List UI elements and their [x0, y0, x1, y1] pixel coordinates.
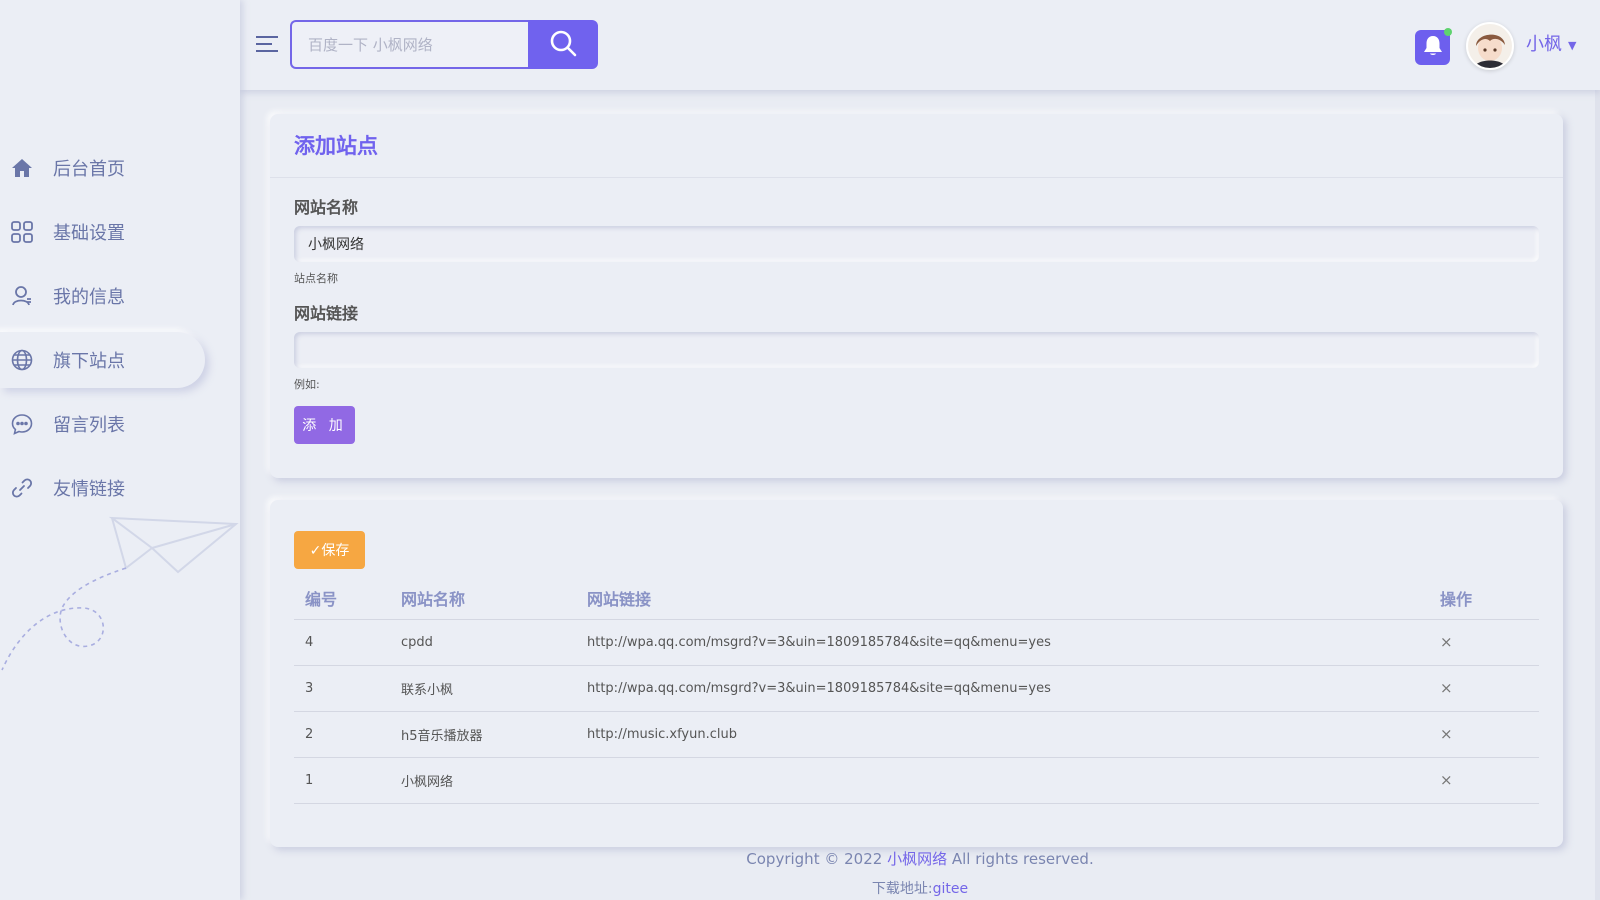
- grid-icon: [10, 220, 34, 244]
- cell-name: cpdd: [390, 619, 576, 666]
- cell-url: [576, 757, 1429, 804]
- add-site-form: 网站名称 站点名称 网站链接 例如: 添 加: [270, 178, 1563, 444]
- column-header-action: 操作: [1429, 577, 1539, 620]
- paper-plane-decoration: [1, 516, 239, 671]
- table-row: 2 h5音乐播放器 http://music.xfyun.club ×: [294, 711, 1539, 758]
- sites-list-card: ✓保存 编号 网站名称 网站链接 操作 4 cpdd http://wpa.qq…: [270, 500, 1563, 847]
- search-bar: [290, 20, 598, 69]
- sidebar-item-label: 留言列表: [53, 415, 125, 436]
- cell-id: 4: [294, 619, 390, 666]
- site-name-label: 网站名称: [294, 198, 359, 217]
- notification-dot: [1444, 28, 1452, 36]
- sidebar-item-label: 后台首页: [53, 159, 125, 180]
- search-input[interactable]: [290, 20, 528, 69]
- bell-icon: [1423, 35, 1443, 61]
- site-name-input[interactable]: [294, 226, 1539, 262]
- globe-icon: [10, 348, 34, 372]
- cell-name: 小枫网络: [390, 757, 576, 804]
- footer-copyright: Copyright © 2022 小枫网络 All rights reserve…: [240, 848, 1600, 869]
- gitee-link[interactable]: gitee: [933, 881, 969, 897]
- notification-button[interactable]: [1415, 28, 1452, 65]
- chat-icon: [10, 412, 34, 436]
- user-menu[interactable]: 小枫 ▼: [1526, 30, 1576, 56]
- cell-name: 联系小枫: [390, 665, 576, 712]
- table-header-row: 编号 网站名称 网站链接 操作: [294, 577, 1539, 620]
- sidebar-item-label: 基础设置: [53, 223, 125, 244]
- cell-id: 2: [294, 711, 390, 758]
- site-url-input[interactable]: [294, 332, 1539, 368]
- top-bar: 小枫 ▼: [240, 0, 1600, 90]
- table-row: 4 cpdd http://wpa.qq.com/msgrd?v=3&uin=1…: [294, 619, 1539, 666]
- brand-link[interactable]: 小枫网络: [887, 850, 947, 868]
- cell-url: http://wpa.qq.com/msgrd?v=3&uin=18091857…: [576, 665, 1429, 712]
- sidebar-item-friend-links[interactable]: 友情链接: [0, 460, 205, 516]
- cell-url: http://music.xfyun.club: [576, 711, 1429, 758]
- table-row: 3 联系小枫 http://wpa.qq.com/msgrd?v=3&uin=1…: [294, 665, 1539, 712]
- delete-icon[interactable]: ×: [1440, 771, 1453, 789]
- sites-table: 编号 网站名称 网站链接 操作 4 cpdd http://wpa.qq.com…: [294, 577, 1539, 804]
- caret-down-icon: ▼: [1568, 38, 1577, 52]
- table-row: 1 小枫网络 ×: [294, 757, 1539, 804]
- sidebar-item-home[interactable]: 后台首页: [0, 140, 205, 196]
- cell-id: 1: [294, 757, 390, 804]
- delete-icon[interactable]: ×: [1440, 725, 1453, 743]
- cell-url: http://wpa.qq.com/msgrd?v=3&uin=18091857…: [576, 619, 1429, 666]
- column-header-name: 网站名称: [390, 577, 576, 620]
- sidebar-item-messages[interactable]: 留言列表: [0, 396, 205, 452]
- sidebar-item-sites[interactable]: 旗下站点: [0, 332, 205, 388]
- site-name-help: 站点名称: [294, 272, 338, 285]
- sidebar-item-basic-settings[interactable]: 基础设置: [0, 204, 205, 260]
- page-scrollbar[interactable]: [1595, 0, 1600, 900]
- card-title: 添加站点: [270, 114, 1563, 178]
- avatar[interactable]: [1466, 22, 1514, 70]
- add-button[interactable]: 添 加: [294, 406, 355, 444]
- copyright-prefix: Copyright © 2022: [746, 850, 888, 868]
- column-header-id: 编号: [294, 577, 390, 620]
- copyright-suffix: All rights reserved.: [947, 850, 1094, 868]
- site-url-label: 网站链接: [294, 304, 359, 323]
- search-icon: [549, 29, 577, 61]
- sidebar-nav: 后台首页 基础设置 我的信息 旗下站点 留言列表 友情链接: [0, 140, 240, 524]
- menu-toggle-icon[interactable]: [256, 36, 278, 57]
- link-icon: [10, 476, 34, 500]
- sidebar-item-my-info[interactable]: 我的信息: [0, 268, 205, 324]
- delete-icon[interactable]: ×: [1440, 679, 1453, 697]
- download-label: 下载地址:: [871, 881, 933, 897]
- sidebar-item-label: 旗下站点: [53, 351, 125, 372]
- cell-name: h5音乐播放器: [390, 711, 576, 758]
- save-button[interactable]: ✓保存: [294, 531, 365, 569]
- search-button[interactable]: [528, 20, 598, 69]
- cell-id: 3: [294, 665, 390, 712]
- username-label: 小枫: [1526, 34, 1562, 55]
- sidebar: 后台首页 基础设置 我的信息 旗下站点 留言列表 友情链接: [0, 0, 240, 900]
- column-header-url: 网站链接: [576, 577, 1429, 620]
- user-icon: [10, 284, 34, 308]
- sidebar-item-label: 友情链接: [53, 479, 125, 500]
- add-site-card: 添加站点 网站名称 站点名称 网站链接 例如: 添 加: [270, 114, 1563, 478]
- home-icon: [10, 156, 34, 180]
- sidebar-item-label: 我的信息: [53, 287, 125, 308]
- delete-icon[interactable]: ×: [1440, 633, 1453, 651]
- site-url-help: 例如:: [294, 378, 320, 391]
- footer-download: 下载地址:gitee: [240, 878, 1600, 898]
